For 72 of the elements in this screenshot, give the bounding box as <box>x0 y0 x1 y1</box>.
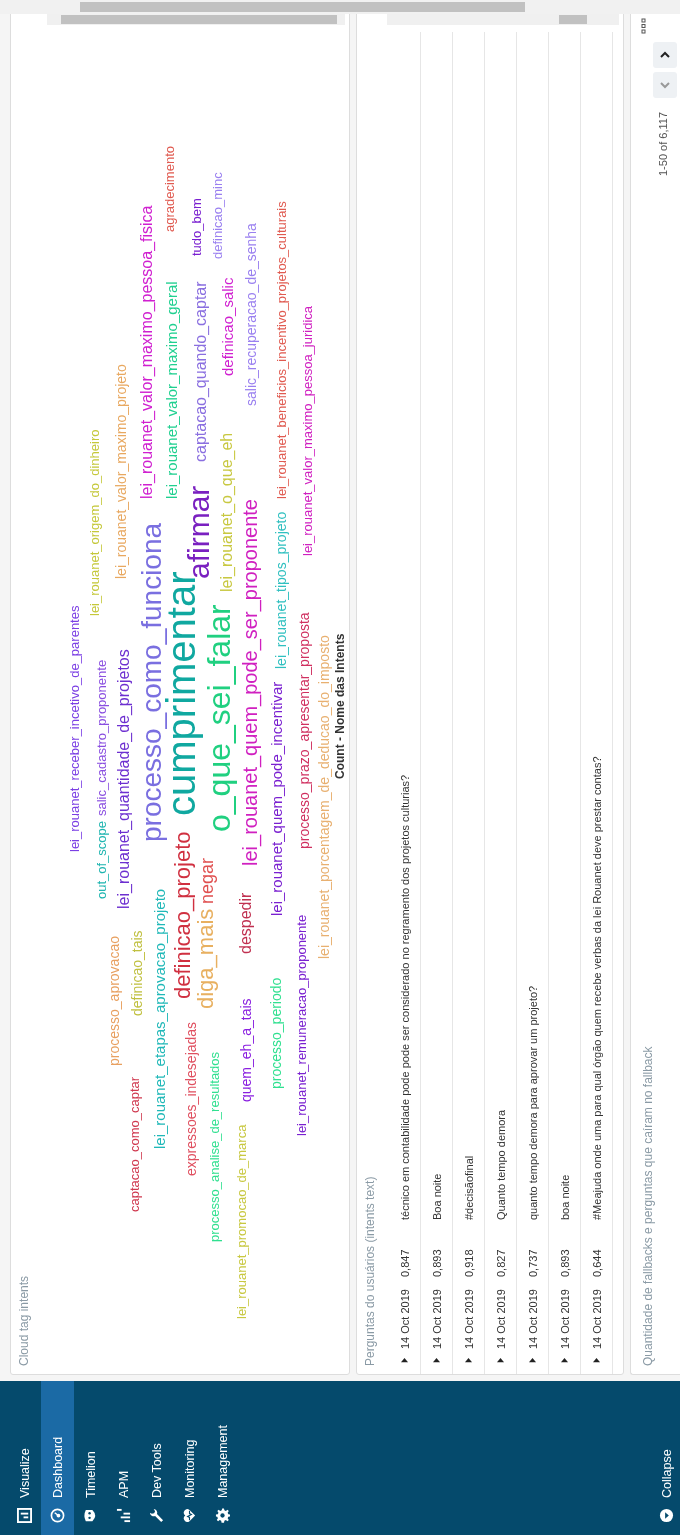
table-cell-text: 14 Oct 2019 <box>462 1288 475 1349</box>
cloud-word: lei_rouanet_tipos_projeto <box>274 511 288 669</box>
table-cell-text: 14 Oct 2019 <box>494 1288 507 1349</box>
cloud-word: o_que_sei_falar <box>203 604 235 832</box>
table-cell-text: 0,737 <box>526 1248 539 1277</box>
cloud-word: lei_rouanet_valor_maximo_pessoa_juridica <box>301 305 314 556</box>
cloud-word: expressoes_indesejadas <box>184 1021 198 1176</box>
table-cell-text: 14 Oct 2019 <box>526 1288 539 1349</box>
cloud-word: lei_rouanet_beneficios_incentivo_projetos_culturais <box>275 201 288 499</box>
cloud-word: out_of_scope <box>95 820 108 899</box>
cloud-word: lei_rouanet_valor_maximo_projeto <box>114 364 128 579</box>
cloud-word: despedir <box>238 892 254 954</box>
table-cell-text: 0,893 <box>558 1248 571 1277</box>
cloud-word: lei_rouanet_origem_do_dinheiro <box>88 429 101 616</box>
cloud-word: diga_mais <box>195 908 217 1009</box>
table-cell-text: 0,827 <box>494 1248 507 1277</box>
cloud-word: processo_prazo_apresentar_proposta <box>297 612 311 849</box>
cloud-word: agradecimento <box>163 146 176 232</box>
table-cell-text: 0,893 <box>430 1248 443 1277</box>
cloud-word: lei_rouanet_etapas_aprovacao_projeto <box>152 888 167 1149</box>
cloud-word: definicao_tais <box>130 930 144 1016</box>
nav-item[interactable]: APM <box>107 1381 140 1535</box>
panel-title: Perguntas do usuários (intents text) <box>363 1175 377 1366</box>
cloud-word: lei_rouanet_quantidade_de_projetos <box>116 649 132 909</box>
nav-item[interactable]: Dashboard <box>41 1381 74 1535</box>
nav-item[interactable]: Monitoring <box>173 1381 206 1535</box>
table-cell: #decisãofinal <box>462 1155 475 1220</box>
cloud-word: lei_rouanet_remuneracao_proponente <box>295 914 308 1136</box>
table-cell-text: 0,918 <box>462 1248 475 1277</box>
cloud-word: lei_rouanet_porcentagem_de_deducao_do_imposto <box>317 635 331 959</box>
cloud-word: processo_aprovacao <box>107 936 121 1066</box>
table-cell: #Meajuda onde uma para qual órgão quem recebe verbas da lei Rouanet deve prestar contas? <box>590 756 603 1220</box>
cloud-word: lei_rouanet_receber_incetivo_de_parentes <box>68 605 81 852</box>
cloud-word: lei_rouanet_quem_pode_incentivar <box>269 681 284 916</box>
pagination-text: 1-50 of 6,117 <box>657 112 669 176</box>
table-cell-text: 0,847 <box>398 1248 411 1277</box>
cloud-word: definicao_minc <box>211 172 224 259</box>
cloud-word: definicao_salic <box>220 277 235 376</box>
cloud-word: processo_analise_de_resultados <box>208 1051 221 1242</box>
panel-title: Cloud tag intents <box>17 1275 31 1366</box>
cloud-word: tudo_bem <box>190 198 203 256</box>
cloud-word: lei_rouanet_valor_maximo_pessoa_fisica <box>139 205 155 499</box>
cloud-word: lei_rouanet_promocao_de_marca <box>235 1124 248 1319</box>
table-cell-text: 0,644 <box>590 1248 603 1277</box>
panel-title: Quantidade de fallbacks e perguntas que caíram no fallback <box>641 1046 655 1366</box>
cloud-word: definicao_projeto <box>172 831 194 999</box>
cloud-word: processo_periodo <box>269 977 283 1089</box>
cloud-word: lei_rouanet_valor_maximo_geral <box>164 281 179 499</box>
cloud-word: negar <box>198 857 216 904</box>
nav-item[interactable]: Timelion <box>74 1381 107 1535</box>
table-cell: quanto tempo demora para aprovar um projeto? <box>526 985 539 1220</box>
cloud-word: lei_rouanet_o_que_eh <box>219 432 235 592</box>
table-cell-text: 14 Oct 2019 <box>430 1288 443 1349</box>
table-cell: Quanto tempo demora <box>494 1109 507 1220</box>
cloud-word: salic_cadastro_proponente <box>95 659 108 816</box>
table-cell: boa noite <box>558 1174 571 1220</box>
cloud-word: salic_recuperacao_de_senha <box>244 223 258 406</box>
cloud-word: quem_eh_a_tais <box>239 998 253 1102</box>
nav-item[interactable]: Management <box>206 1381 239 1535</box>
table-cell-text: 14 Oct 2019 <box>398 1288 411 1349</box>
nav-item[interactable]: Dev Tools <box>140 1381 173 1535</box>
table-cell: Boa noite <box>430 1173 443 1220</box>
cloud-word: captacao_como_captar <box>128 1076 141 1212</box>
table-cell: técnico em contabilidade pode pode ser considerado no regramento dos projetos culturias? <box>398 774 411 1220</box>
cloud-word: lei_rouanet_quem_pode_ser_proponente <box>240 499 260 866</box>
table-cell-text: 14 Oct 2019 <box>558 1288 571 1349</box>
table-cell-text: 14 Oct 2019 <box>590 1288 603 1349</box>
legend-title: Count - Nome das Intents <box>333 633 347 779</box>
nav-item[interactable]: Visualize <box>8 1381 41 1535</box>
cloud-word: processo_como_funciona <box>138 522 166 842</box>
collapse-button[interactable]: Collapse <box>659 1449 674 1523</box>
cloud-word: captacao_quando_captar <box>193 281 209 462</box>
